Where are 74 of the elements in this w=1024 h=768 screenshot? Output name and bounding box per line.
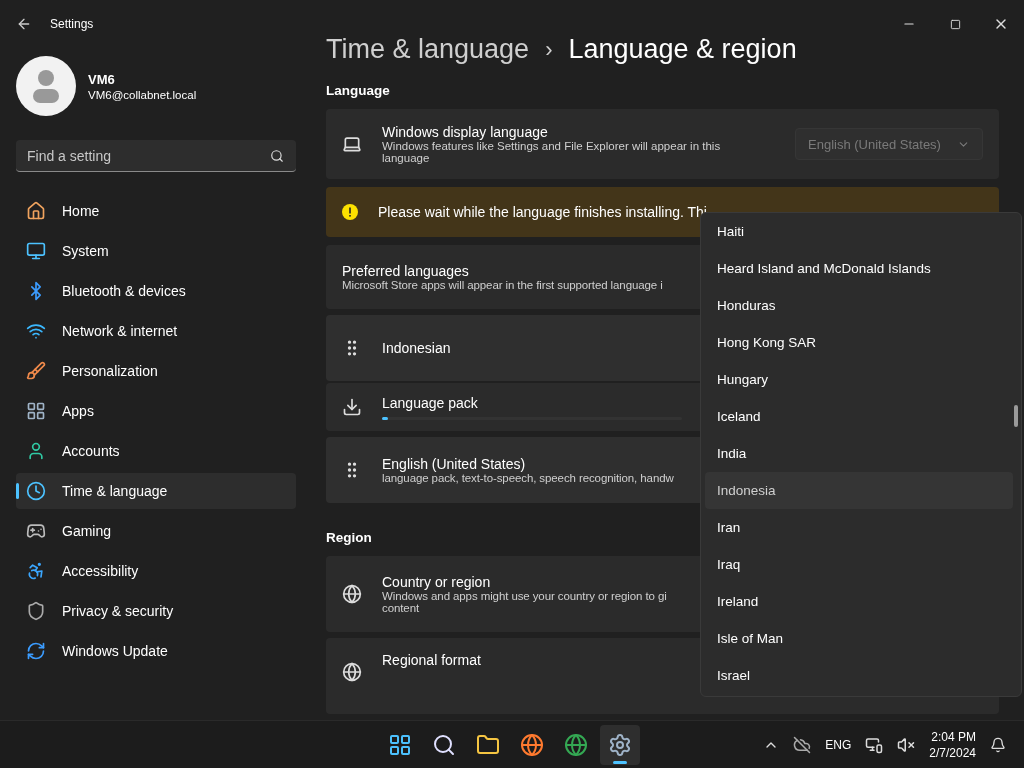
dropdown-item[interactable]: Haiti bbox=[705, 213, 1013, 250]
sidebar-item[interactable]: Accounts bbox=[16, 433, 296, 469]
brush-icon bbox=[26, 361, 46, 381]
browser-icon bbox=[520, 732, 544, 757]
avatar bbox=[16, 56, 76, 116]
dropdown-item[interactable]: Iraq bbox=[705, 546, 1013, 583]
home-icon bbox=[26, 201, 46, 221]
page-title: Language & region bbox=[568, 34, 797, 65]
setting-title: Country or region bbox=[382, 574, 491, 590]
setting-title: Windows display language bbox=[382, 124, 548, 140]
wifi-icon bbox=[26, 321, 46, 341]
breadcrumb-separator: › bbox=[545, 36, 553, 63]
setting-description: Windows and apps might use your country or region to gi bbox=[382, 590, 667, 602]
dropdown-item[interactable]: Israel bbox=[705, 657, 1013, 694]
settings-icon bbox=[608, 732, 632, 757]
person-icon bbox=[26, 441, 46, 461]
accessibility-icon bbox=[26, 561, 46, 581]
search-field[interactable]: Find a setting bbox=[16, 140, 296, 172]
apps-grid-icon bbox=[26, 401, 46, 421]
dropdown-item[interactable]: Isle of Man bbox=[705, 620, 1013, 657]
maximize-icon bbox=[949, 18, 961, 30]
sidebar-item[interactable]: Personalization bbox=[16, 353, 296, 389]
folder-icon bbox=[476, 732, 500, 757]
setting-description: Windows features like Settings and File Explorer will appear in this language bbox=[382, 140, 722, 164]
download-icon bbox=[342, 397, 362, 417]
language-name: English (United States) bbox=[382, 456, 526, 472]
sidebar-item[interactable]: Privacy & security bbox=[16, 593, 296, 629]
breadcrumb-parent[interactable]: Time & language bbox=[326, 34, 530, 65]
language-name: Indonesian bbox=[382, 340, 451, 356]
search-icon bbox=[270, 149, 284, 163]
scrollbar-thumb[interactable] bbox=[1014, 405, 1018, 427]
dropdown-item[interactable]: Iceland bbox=[705, 398, 1013, 435]
section-heading: Language bbox=[326, 83, 391, 98]
browser-icon bbox=[564, 732, 588, 757]
window-title: Settings bbox=[50, 17, 94, 31]
search-icon bbox=[432, 732, 456, 757]
section-heading: Region bbox=[326, 530, 373, 545]
setting-title: Regional format bbox=[382, 652, 481, 668]
volume-muted-icon[interactable] bbox=[897, 735, 916, 754]
user-email: VM6@collabnet.local bbox=[88, 88, 197, 101]
globe-icon bbox=[342, 662, 362, 682]
setting-description: Microsoft Store apps will appear in the first supported language i bbox=[342, 279, 663, 291]
dropdown-item[interactable]: Indonesia bbox=[705, 472, 1013, 509]
bell-icon[interactable] bbox=[990, 736, 1006, 753]
taskbar-app[interactable] bbox=[600, 724, 640, 765]
cloud-off-icon[interactable] bbox=[793, 735, 812, 754]
globe-icon bbox=[342, 584, 362, 604]
sidebar-item[interactable]: Gaming bbox=[16, 513, 296, 549]
setting-title: Language pack bbox=[382, 394, 478, 411]
sidebar-item[interactable]: System bbox=[16, 233, 296, 269]
dropdown-item[interactable]: Ireland bbox=[705, 583, 1013, 620]
setting-description: content bbox=[382, 602, 420, 614]
back-icon[interactable] bbox=[16, 16, 32, 32]
dropdown-item[interactable]: Iran bbox=[705, 509, 1013, 546]
setting-title: Preferred languages bbox=[342, 263, 469, 279]
sidebar-item[interactable]: Accessibility bbox=[16, 553, 296, 589]
sidebar-item[interactable]: Windows Update bbox=[16, 633, 296, 669]
sidebar-item[interactable]: Bluetooth & devices bbox=[16, 273, 296, 309]
sidebar-item[interactable]: Apps bbox=[16, 393, 296, 429]
monitor-icon bbox=[26, 241, 46, 261]
sidebar-item[interactable]: Home bbox=[16, 193, 296, 229]
sidebar-item[interactable]: Time & language bbox=[16, 473, 296, 509]
gamepad-icon bbox=[26, 521, 46, 541]
clock[interactable]: 2:04 PM 2/7/2024 bbox=[929, 728, 976, 761]
input-language[interactable]: ENG bbox=[825, 737, 852, 752]
sidebar-item[interactable]: Network & internet bbox=[16, 313, 296, 349]
update-icon bbox=[26, 641, 46, 661]
start-icon bbox=[388, 732, 412, 757]
dropdown-item[interactable]: Heard Island and McDonald Islands bbox=[705, 250, 1013, 287]
language-description: language pack, text-to-speech, speech recognition, handw bbox=[382, 472, 674, 484]
shield-icon bbox=[26, 601, 46, 621]
user-name: VM6 bbox=[88, 71, 116, 87]
laptop-icon bbox=[342, 134, 362, 154]
warning-icon bbox=[342, 204, 358, 220]
